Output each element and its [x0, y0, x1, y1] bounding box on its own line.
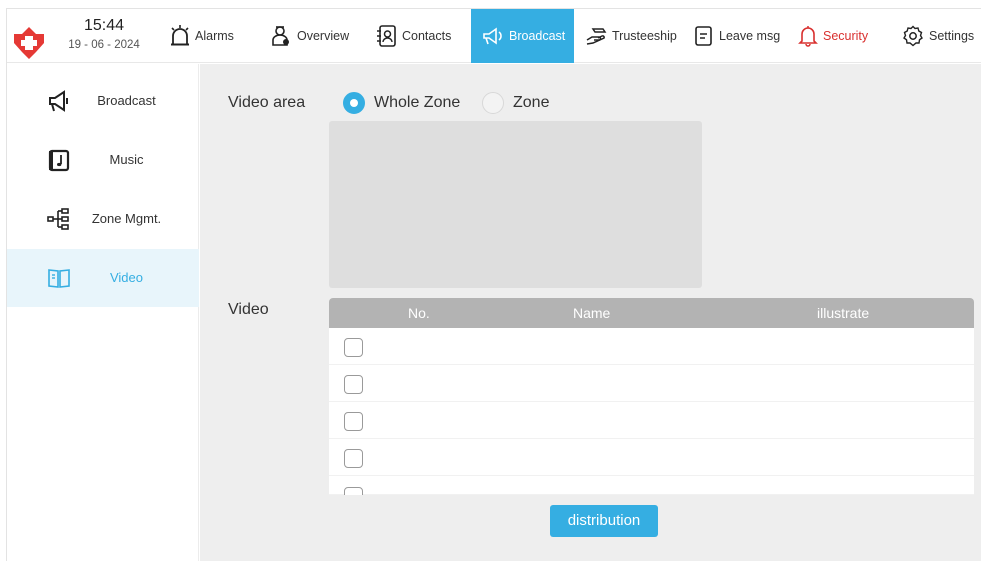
alarm-bell-icon	[171, 25, 189, 46]
video-area-label: Video area	[228, 94, 306, 111]
nav-security-label: Security	[823, 29, 869, 43]
nav-alarms[interactable]: Alarms	[170, 9, 234, 63]
row-checkbox[interactable]	[344, 449, 363, 468]
sidebar-item-label: Video	[109, 270, 143, 285]
nav-trusteeship[interactable]: Trusteeship	[585, 9, 677, 63]
nav-contacts[interactable]: Contacts	[377, 9, 451, 63]
sidebar-item-broadcast[interactable]: Broadcast	[7, 72, 199, 130]
gear-icon	[903, 25, 923, 47]
column-header-no: No.	[408, 305, 430, 321]
row-checkbox[interactable]	[344, 412, 363, 431]
row-checkbox[interactable]	[344, 338, 363, 357]
red-cross-logo-icon	[14, 27, 44, 59]
radio-indicator	[482, 92, 504, 114]
sidebar-item-zone-mgmt[interactable]: Zone Mgmt.	[7, 190, 199, 248]
clock-time: 15:44	[83, 17, 125, 34]
nav-overview-label: Overview	[297, 29, 350, 43]
sidebar-item-label: Zone Mgmt.	[91, 211, 162, 226]
nav-broadcast-label: Broadcast	[509, 29, 566, 43]
broadcast-megaphone-icon	[483, 27, 502, 45]
nav-broadcast[interactable]: Broadcast	[471, 9, 574, 63]
column-header-name: Name	[573, 305, 611, 321]
clock-date: 19 - 06 - 2024	[68, 39, 140, 51]
table-row[interactable]	[329, 476, 974, 495]
megaphone-icon	[49, 90, 68, 112]
app-window: 15:44 19 - 06 - 2024 Alarms Overview Con…	[6, 8, 981, 561]
row-checkbox[interactable]	[344, 487, 363, 495]
clock: 15:44 19 - 06 - 2024	[54, 17, 154, 51]
video-area-preview	[329, 121, 702, 288]
doctor-icon	[272, 26, 289, 46]
table-row[interactable]	[329, 365, 974, 402]
sidebar: Broadcast Music Zone Mgmt. Video	[7, 64, 199, 561]
row-checkbox[interactable]	[344, 375, 363, 394]
nav-security[interactable]: Security	[798, 9, 868, 63]
nav-leave-msg[interactable]: Leave msg	[694, 9, 780, 63]
nav-trusteeship-label: Trusteeship	[612, 29, 677, 43]
music-note-icon	[48, 149, 70, 172]
radio-whole-zone-label: Whole Zone	[374, 94, 461, 111]
sidebar-item-label: Broadcast	[97, 93, 156, 108]
top-bar: 15:44 19 - 06 - 2024 Alarms Overview Con…	[7, 9, 981, 63]
video-label: Video	[228, 301, 269, 318]
table-row[interactable]	[329, 439, 974, 476]
table-row[interactable]	[329, 402, 974, 439]
radio-zone-label: Zone	[513, 94, 550, 111]
zone-tree-icon	[47, 208, 69, 230]
nav-settings-label: Settings	[929, 29, 975, 43]
hand-heart-icon	[586, 28, 607, 45]
sidebar-item-label: Music	[109, 152, 144, 167]
radio-indicator	[343, 92, 365, 114]
nav-settings[interactable]: Settings	[902, 9, 974, 63]
table-row[interactable]	[329, 328, 974, 365]
nav-leave-msg-label: Leave msg	[719, 29, 781, 43]
radio-zone[interactable]: Zone	[482, 92, 549, 114]
nav-alarms-label: Alarms	[195, 29, 234, 43]
distribution-button[interactable]: distribution	[550, 505, 658, 537]
book-icon	[48, 269, 70, 288]
nav-overview[interactable]: Overview	[270, 9, 349, 63]
main-content: Video area Whole Zone Zone Video No. Nam…	[200, 64, 981, 561]
security-bell-icon	[798, 26, 818, 47]
sidebar-item-music[interactable]: Music	[7, 131, 199, 189]
radio-whole-zone[interactable]: Whole Zone	[343, 92, 460, 114]
sidebar-item-video[interactable]: Video	[7, 249, 199, 307]
video-table: No. Name illustrate	[329, 298, 974, 495]
table-header: No. Name illustrate	[329, 298, 974, 328]
contacts-book-icon	[377, 25, 396, 47]
nav-contacts-label: Contacts	[402, 29, 452, 43]
message-note-icon	[695, 26, 712, 46]
column-header-illustrate: illustrate	[817, 305, 870, 321]
